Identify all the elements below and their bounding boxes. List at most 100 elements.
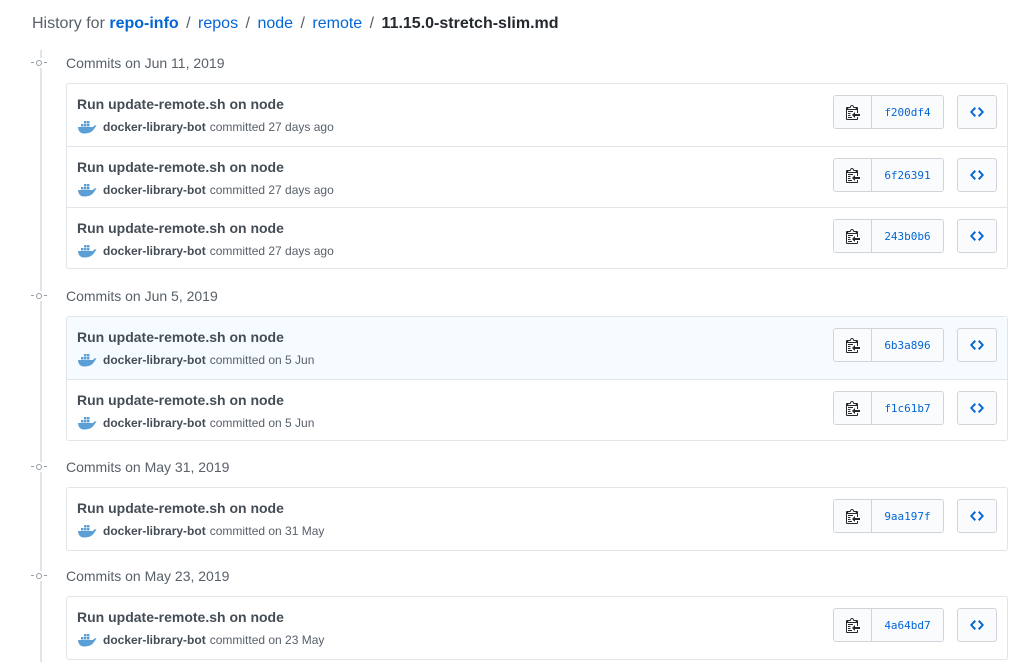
breadcrumb-repos-link[interactable]: repos — [198, 15, 238, 32]
commit-title-link[interactable]: Run update-remote.sh on node — [77, 96, 284, 112]
browse-repo-button[interactable] — [957, 95, 997, 129]
browse-repo-button[interactable] — [957, 391, 997, 425]
commit-author-link[interactable]: docker-library-bot — [103, 633, 206, 647]
commit-group-title: Commits on May 31, 2019 — [66, 459, 230, 475]
clipboard-icon — [845, 401, 860, 416]
docker-whale-icon[interactable] — [77, 353, 97, 367]
breadcrumb-repo-link[interactable]: repo-info — [109, 15, 178, 32]
sha-button-group: 6f26391 — [833, 158, 944, 192]
commit-node-icon — [31, 462, 47, 472]
docker-whale-icon[interactable] — [77, 416, 97, 430]
commit-group-title: Commits on Jun 11, 2019 — [66, 55, 225, 71]
sha-button-group: f200df4 — [833, 95, 944, 129]
commit-node-icon — [31, 58, 47, 68]
breadcrumb: History for repo-info / repos / node / r… — [32, 14, 559, 34]
commit-group-title: Commits on May 23, 2019 — [66, 568, 230, 584]
docker-whale-icon[interactable] — [77, 120, 97, 134]
commit-title-link[interactable]: Run update-remote.sh on node — [77, 220, 284, 236]
code-icon — [970, 511, 984, 521]
commit-meta: docker-library-bot committed on 31 May — [77, 524, 324, 538]
breadcrumb-separator: / — [245, 15, 250, 32]
commit-title-link[interactable]: Run update-remote.sh on node — [77, 609, 284, 625]
commit-row: Run update-remote.sh on node docker-libr… — [67, 379, 1007, 440]
copy-sha-button[interactable] — [834, 220, 872, 252]
commit-author-link[interactable]: docker-library-bot — [103, 183, 206, 197]
commit-list: Run update-remote.sh on node docker-libr… — [66, 83, 1008, 269]
commit-group-header: Commits on May 23, 2019 — [31, 565, 230, 587]
commit-author-link[interactable]: docker-library-bot — [103, 120, 206, 134]
docker-whale-icon[interactable] — [77, 244, 97, 258]
sha-button-group: 6b3a896 — [833, 328, 944, 362]
commit-meta: docker-library-bot committed 27 days ago — [77, 120, 334, 134]
commit-meta: docker-library-bot committed on 23 May — [77, 633, 324, 647]
commit-title-link[interactable]: Run update-remote.sh on node — [77, 500, 284, 516]
docker-whale-icon[interactable] — [77, 633, 97, 647]
copy-sha-button[interactable] — [834, 609, 872, 641]
commit-row: Run update-remote.sh on node docker-libr… — [67, 146, 1007, 207]
code-icon — [970, 620, 984, 630]
browse-repo-button[interactable] — [957, 219, 997, 253]
sha-button-group: 243b0b6 — [833, 219, 944, 253]
clipboard-icon — [845, 168, 860, 183]
commit-time: committed 27 days ago — [209, 120, 334, 134]
breadcrumb-node-link[interactable]: node — [257, 15, 293, 32]
commit-author-link[interactable]: docker-library-bot — [103, 244, 206, 258]
clipboard-icon — [845, 105, 860, 120]
sha-button-group: f1c61b7 — [833, 391, 944, 425]
commit-list: Run update-remote.sh on node docker-libr… — [66, 487, 1008, 551]
commit-row: Run update-remote.sh on node docker-libr… — [67, 597, 1007, 659]
copy-sha-button[interactable] — [834, 96, 872, 128]
copy-sha-button[interactable] — [834, 392, 872, 424]
breadcrumb-file: 11.15.0-stretch-slim.md — [381, 15, 559, 32]
commit-sha-link[interactable]: 4a64bd7 — [872, 609, 943, 641]
browse-repo-button[interactable] — [957, 158, 997, 192]
clipboard-icon — [845, 509, 860, 524]
commit-author-link[interactable]: docker-library-bot — [103, 524, 206, 538]
commit-node-icon — [31, 291, 47, 301]
clipboard-icon — [845, 618, 860, 633]
breadcrumb-remote-link[interactable]: remote — [312, 15, 362, 32]
commit-time: committed on 5 Jun — [209, 416, 315, 430]
commit-time: committed on 23 May — [209, 633, 325, 647]
commit-time: committed on 31 May — [209, 524, 325, 538]
code-icon — [970, 107, 984, 117]
breadcrumb-separator: / — [186, 15, 191, 32]
commit-author-link[interactable]: docker-library-bot — [103, 416, 206, 430]
commit-sha-link[interactable]: 6f26391 — [872, 159, 943, 191]
docker-whale-icon[interactable] — [77, 524, 97, 538]
copy-sha-button[interactable] — [834, 159, 872, 191]
browse-repo-button[interactable] — [957, 608, 997, 642]
commit-meta: docker-library-bot committed 27 days ago — [77, 244, 334, 258]
breadcrumb-separator: / — [300, 15, 305, 32]
commit-time: committed 27 days ago — [209, 244, 334, 258]
sha-button-group: 9aa197f — [833, 499, 944, 533]
commit-author-link[interactable]: docker-library-bot — [103, 353, 206, 367]
commit-sha-link[interactable]: 9aa197f — [872, 500, 943, 532]
browse-repo-button[interactable] — [957, 499, 997, 533]
commit-row: Run update-remote.sh on node docker-libr… — [67, 84, 1007, 146]
commit-sha-link[interactable]: 243b0b6 — [872, 220, 943, 252]
commit-row: Run update-remote.sh on node docker-libr… — [67, 317, 1007, 379]
code-icon — [970, 403, 984, 413]
commit-title-link[interactable]: Run update-remote.sh on node — [77, 329, 284, 345]
commit-group-header: Commits on Jun 11, 2019 — [31, 52, 225, 74]
commit-node-icon — [31, 571, 47, 581]
browse-repo-button[interactable] — [957, 328, 997, 362]
clipboard-icon — [845, 338, 860, 353]
commit-sha-link[interactable]: 6b3a896 — [872, 329, 943, 361]
docker-whale-icon[interactable] — [77, 183, 97, 197]
copy-sha-button[interactable] — [834, 329, 872, 361]
commit-row: Run update-remote.sh on node docker-libr… — [67, 488, 1007, 550]
commit-sha-link[interactable]: f200df4 — [872, 96, 943, 128]
commit-group-header: Commits on May 31, 2019 — [31, 456, 230, 478]
commit-meta: docker-library-bot committed on 5 Jun — [77, 353, 314, 367]
commit-group-header: Commits on Jun 5, 2019 — [31, 285, 218, 307]
copy-sha-button[interactable] — [834, 500, 872, 532]
commit-title-link[interactable]: Run update-remote.sh on node — [77, 159, 284, 175]
commit-group-title: Commits on Jun 5, 2019 — [66, 288, 218, 304]
commit-time: committed 27 days ago — [209, 183, 334, 197]
commit-sha-link[interactable]: f1c61b7 — [872, 392, 943, 424]
commit-list: Run update-remote.sh on node docker-libr… — [66, 316, 1008, 441]
commit-time: committed on 5 Jun — [209, 353, 315, 367]
commit-title-link[interactable]: Run update-remote.sh on node — [77, 392, 284, 408]
